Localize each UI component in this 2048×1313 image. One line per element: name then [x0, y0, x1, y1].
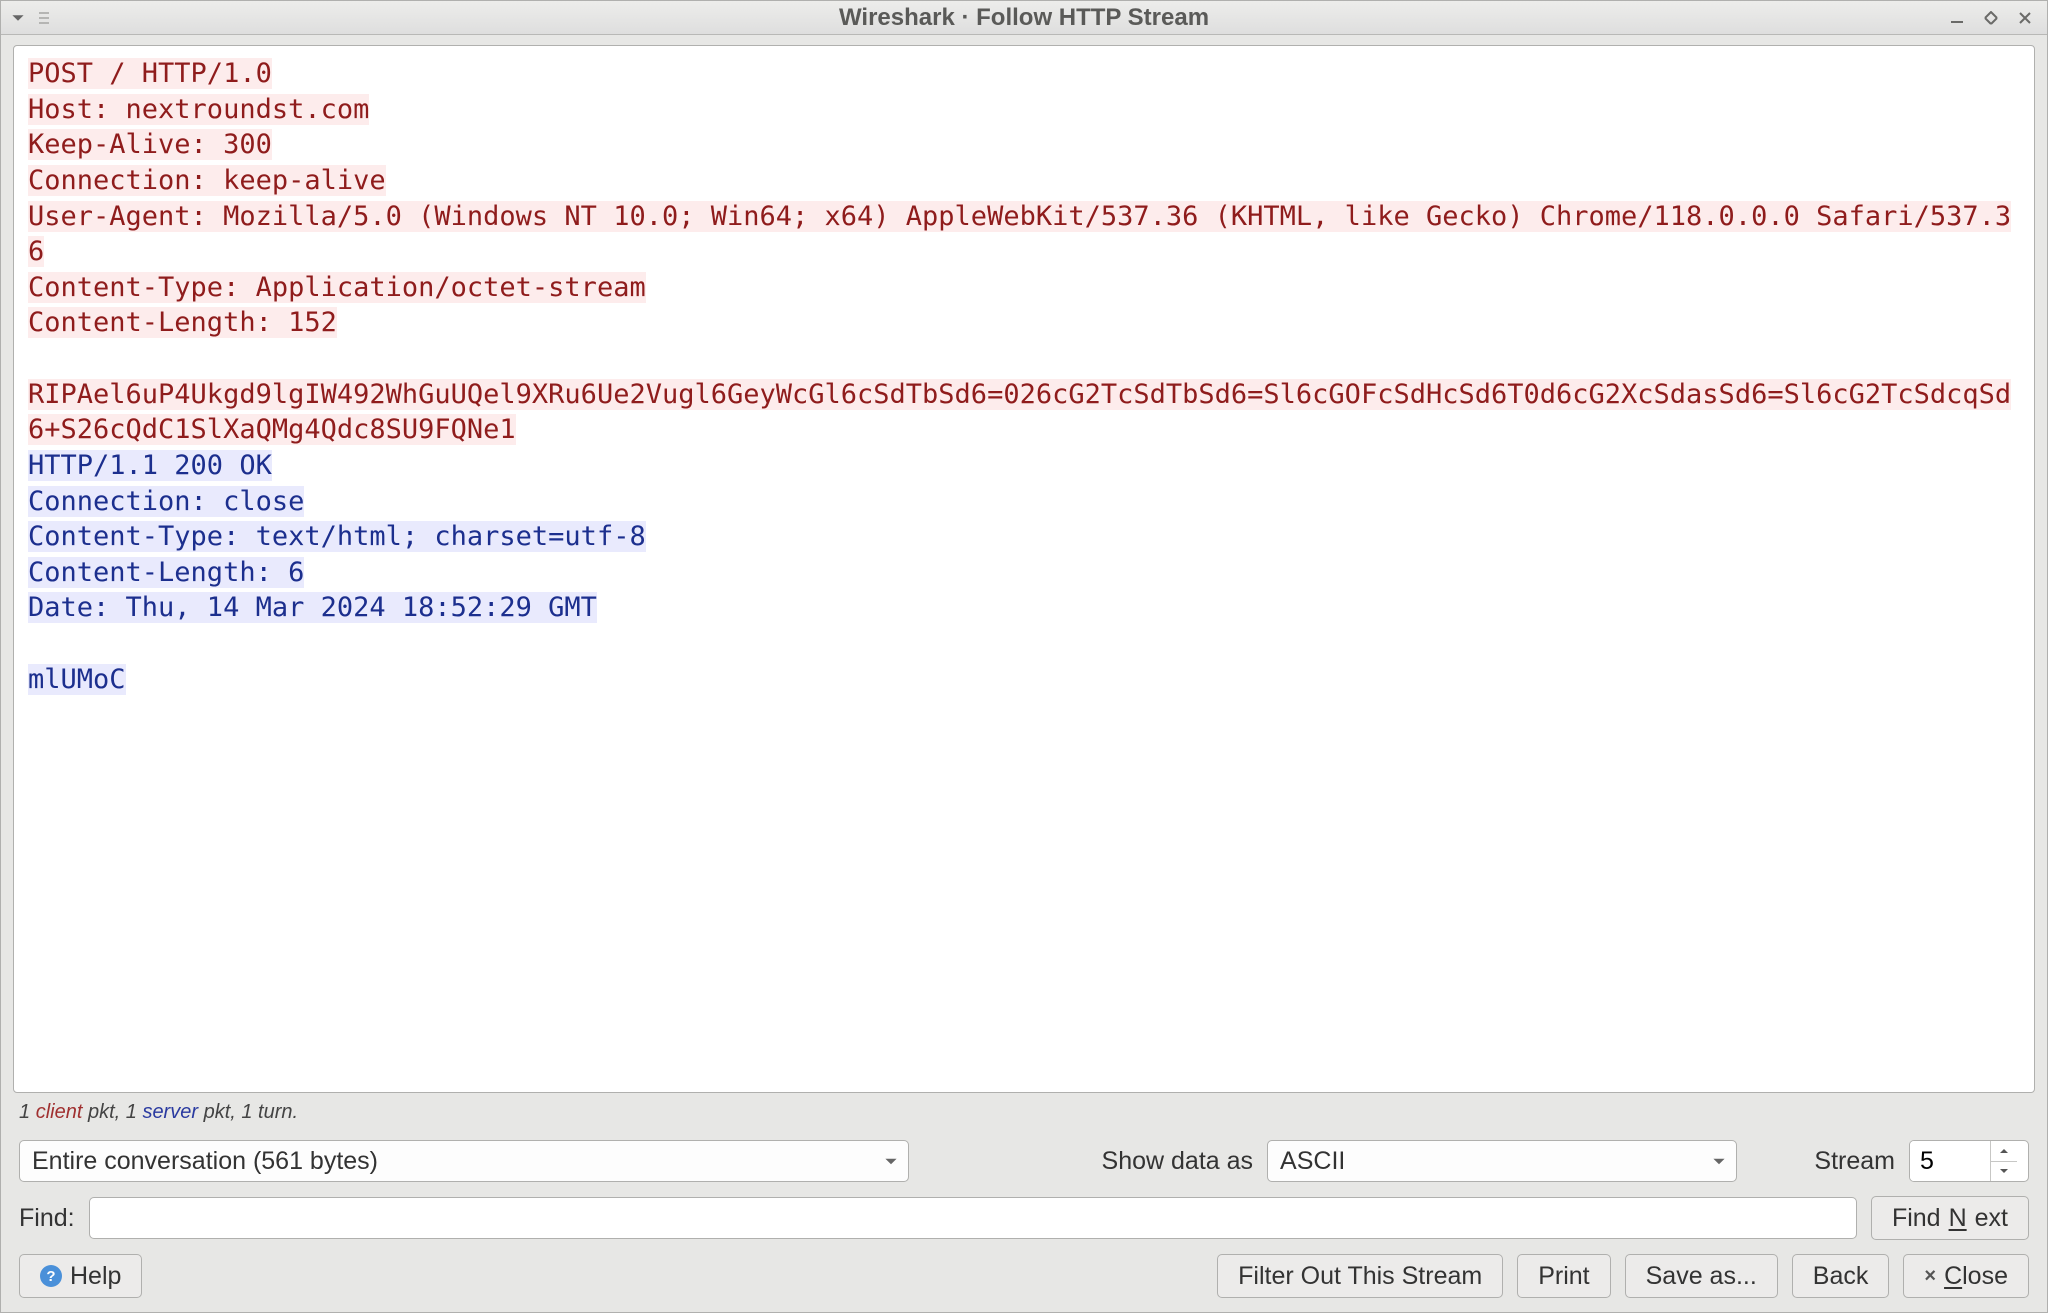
- find-next-button[interactable]: Find Next: [1871, 1196, 2029, 1240]
- packet-count-status: 1 client pkt, 1 server pkt, 1 turn.: [13, 1099, 2035, 1130]
- close-button[interactable]: × Close: [1903, 1254, 2029, 1298]
- help-icon: ?: [40, 1265, 62, 1287]
- content-area: POST / HTTP/1.0 Host: nextroundst.com Ke…: [1, 35, 2047, 1312]
- filter-out-stream-button[interactable]: Filter Out This Stream: [1217, 1254, 1503, 1298]
- help-button[interactable]: ? Help: [19, 1254, 142, 1298]
- stream-number-input[interactable]: [1910, 1141, 1990, 1181]
- show-data-as-value: ASCII: [1268, 1147, 1736, 1176]
- save-as-button[interactable]: Save as...: [1625, 1254, 1778, 1298]
- window-menu-dropdown[interactable]: [7, 7, 29, 29]
- window-title: Wireshark · Follow HTTP Stream: [1, 4, 2047, 32]
- window-controls: [1947, 8, 2035, 28]
- show-data-as-label: Show data as: [1102, 1147, 1254, 1176]
- response-block: HTTP/1.1 200 OK Connection: close Conten…: [28, 450, 646, 695]
- close-x-icon: ×: [1924, 1265, 1936, 1288]
- print-button[interactable]: Print: [1517, 1254, 1610, 1298]
- chevron-down-icon: [1712, 1147, 1726, 1176]
- find-input[interactable]: [89, 1197, 1857, 1239]
- titlebar-grip: [39, 9, 49, 27]
- minimize-icon[interactable]: [1947, 8, 1967, 28]
- close-icon[interactable]: [2015, 8, 2035, 28]
- http-stream-text[interactable]: POST / HTTP/1.0 Host: nextroundst.com Ke…: [13, 45, 2035, 1093]
- window-root: Wireshark · Follow HTTP Stream POST / HT…: [0, 0, 2048, 1313]
- stream-step-down[interactable]: [1991, 1162, 2017, 1182]
- bottom-button-row: ? Help Filter Out This Stream Print Save…: [13, 1250, 2035, 1302]
- maximize-icon[interactable]: [1981, 8, 2001, 28]
- conversation-combo[interactable]: Entire conversation (561 bytes): [19, 1140, 909, 1182]
- stream-step-up[interactable]: [1991, 1141, 2017, 1162]
- request-block: POST / HTTP/1.0 Host: nextroundst.com Ke…: [28, 58, 2011, 445]
- stream-label: Stream: [1814, 1147, 1895, 1176]
- titlebar: Wireshark · Follow HTTP Stream: [1, 1, 2047, 35]
- controls-row-1: Entire conversation (561 bytes) Show dat…: [13, 1136, 2035, 1186]
- conversation-combo-value: Entire conversation (561 bytes): [20, 1147, 908, 1176]
- back-button[interactable]: Back: [1792, 1254, 1890, 1298]
- chevron-down-icon: [884, 1147, 898, 1176]
- stream-number-stepper[interactable]: [1909, 1140, 2029, 1182]
- find-row: Find: Find Next: [13, 1192, 2035, 1244]
- show-data-as-combo[interactable]: ASCII: [1267, 1140, 1737, 1182]
- find-label: Find:: [19, 1204, 75, 1233]
